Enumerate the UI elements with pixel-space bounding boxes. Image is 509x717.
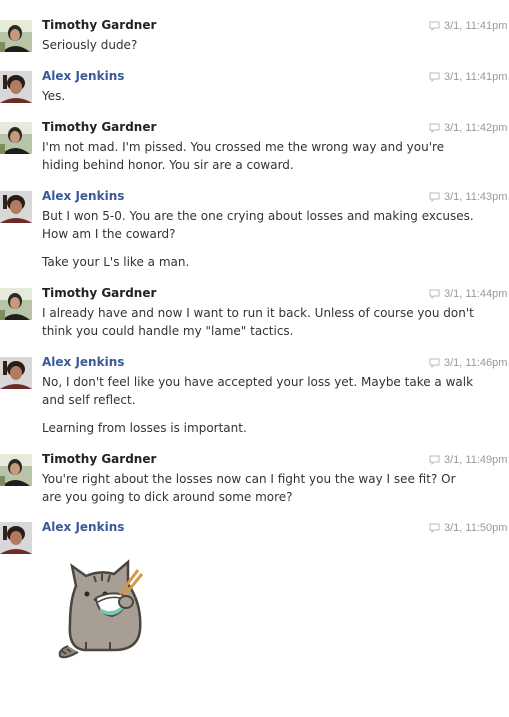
timestamp: 3/1, 11:43pm: [429, 190, 509, 204]
avatar-timothy-gardner[interactable]: [0, 122, 32, 154]
message-text: No, I don't feel like you have accepted …: [42, 375, 474, 389]
chat-bubble-icon: [429, 21, 440, 31]
chat-bubble-icon: [429, 289, 440, 299]
chat-bubble-icon: [429, 358, 440, 368]
sender-name[interactable]: Timothy Gardner: [42, 17, 156, 33]
sender-name[interactable]: Timothy Gardner: [42, 451, 156, 467]
chat-bubble-icon: [429, 72, 440, 82]
chat-bubble-icon: [429, 192, 440, 202]
timestamp-text: 3/1, 11:43pm: [444, 191, 508, 203]
avatar-alex-jenkins[interactable]: [0, 71, 32, 103]
message-text: Take your L's like a man.: [42, 255, 190, 269]
timestamp: 3/1, 11:44pm: [429, 287, 509, 301]
timestamp: 3/1, 11:46pm: [429, 356, 509, 370]
chat-bubble-icon: [429, 123, 440, 133]
avatar-timothy-gardner[interactable]: [0, 454, 32, 486]
sender-name[interactable]: Alex Jenkins: [42, 354, 124, 370]
avatar-timothy-gardner[interactable]: [0, 20, 32, 52]
sender-name[interactable]: Alex Jenkins: [42, 68, 124, 84]
message-text: But I won 5-0. You are the one crying ab…: [42, 209, 474, 223]
message-text: You're right about the losses now can I …: [42, 472, 456, 486]
timestamp-text: 3/1, 11:46pm: [444, 357, 508, 369]
timestamp-text: 3/1, 11:50pm: [444, 522, 508, 534]
message-text: I already have and now I want to run it …: [42, 306, 474, 320]
message-text: Seriously dude?: [42, 38, 138, 52]
message-text: think you could handle my "lame" tactics…: [42, 324, 294, 338]
timestamp-text: 3/1, 11:49pm: [444, 454, 508, 466]
message-text: hiding behind honor. You sir are a cowar…: [42, 158, 294, 172]
pusheen-sticker-icon[interactable]: [50, 550, 162, 662]
message-text: Learning from losses is important.: [42, 421, 247, 435]
chat-bubble-icon: [429, 455, 440, 465]
timestamp-text: 3/1, 11:41pm: [444, 71, 508, 83]
sender-name[interactable]: Alex Jenkins: [42, 519, 124, 535]
sender-name[interactable]: Timothy Gardner: [42, 285, 156, 301]
chat-bubble-icon: [429, 523, 440, 533]
timestamp: 3/1, 11:41pm: [429, 19, 509, 33]
timestamp-text: 3/1, 11:44pm: [444, 288, 508, 300]
message-thread: Timothy Gardner 3/1, 11:41pm Seriously d…: [0, 0, 509, 717]
message-text: are you going to dick around some more?: [42, 490, 293, 504]
timestamp-text: 3/1, 11:41pm: [444, 20, 508, 32]
message-text: I'm not mad. I'm pissed. You crossed me …: [42, 140, 445, 154]
message-text: and self reflect.: [42, 393, 136, 407]
message-text: How am I the coward?: [42, 227, 176, 241]
timestamp-text: 3/1, 11:42pm: [444, 122, 508, 134]
timestamp: 3/1, 11:41pm: [429, 70, 509, 84]
avatar-timothy-gardner[interactable]: [0, 288, 32, 320]
avatar-alex-jenkins[interactable]: [0, 522, 32, 554]
avatar-alex-jenkins[interactable]: [0, 357, 32, 389]
timestamp: 3/1, 11:49pm: [429, 453, 509, 467]
sender-name[interactable]: Alex Jenkins: [42, 188, 124, 204]
avatar-alex-jenkins[interactable]: [0, 191, 32, 223]
message-text: Yes.: [42, 89, 66, 103]
timestamp: 3/1, 11:42pm: [429, 121, 509, 135]
timestamp: 3/1, 11:50pm: [429, 521, 509, 535]
sender-name[interactable]: Timothy Gardner: [42, 119, 156, 135]
